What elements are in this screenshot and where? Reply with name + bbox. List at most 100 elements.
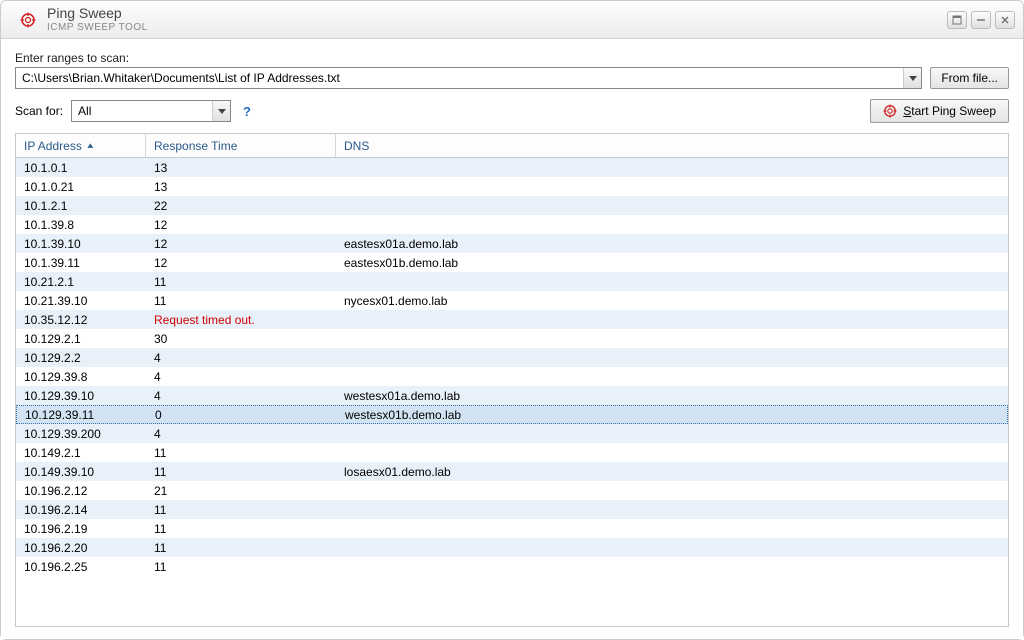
cell-ip: 10.149.39.10	[16, 465, 146, 479]
cell-ip: 10.129.2.2	[16, 351, 146, 365]
table-row[interactable]: 10.1.39.1112eastesx01b.demo.lab	[16, 253, 1008, 272]
cell-ip: 10.1.39.11	[16, 256, 146, 270]
help-icon[interactable]: ?	[239, 104, 255, 119]
from-file-button[interactable]: From file...	[930, 67, 1009, 89]
cell-dns: eastesx01b.demo.lab	[336, 256, 1008, 270]
titlebar: Ping Sweep ICMP SWEEP TOOL	[1, 1, 1023, 39]
ranges-label: Enter ranges to scan:	[15, 51, 1009, 65]
cell-ip: 10.1.0.1	[16, 161, 146, 175]
cell-response-time: 13	[146, 161, 336, 175]
cell-response-time: 11	[146, 541, 336, 555]
column-header-dns[interactable]: DNS	[336, 134, 1008, 157]
table-row[interactable]: 10.129.39.104westesx01a.demo.lab	[16, 386, 1008, 405]
table-row[interactable]: 10.149.39.1011losaesx01.demo.lab	[16, 462, 1008, 481]
cell-dns: eastesx01a.demo.lab	[336, 237, 1008, 251]
cell-response-time: 30	[146, 332, 336, 346]
table-row[interactable]: 10.1.0.113	[16, 158, 1008, 177]
cell-response-time: 11	[146, 522, 336, 536]
cell-response-time: 11	[146, 294, 336, 308]
table-row[interactable]: 10.196.2.1411	[16, 500, 1008, 519]
cell-response-time: 0	[147, 408, 337, 422]
scanfor-label: Scan for:	[15, 104, 63, 118]
cell-dns: losaesx01.demo.lab	[336, 465, 1008, 479]
table-row[interactable]: 10.196.2.1911	[16, 519, 1008, 538]
cell-ip: 10.129.39.10	[16, 389, 146, 403]
cell-ip: 10.21.2.1	[16, 275, 146, 289]
scanfor-value: All	[72, 104, 212, 118]
cell-ip: 10.196.2.25	[16, 560, 146, 574]
cell-ip: 10.129.39.8	[16, 370, 146, 384]
content-area: Enter ranges to scan: From file... Scan …	[1, 39, 1023, 639]
cell-dns: nycesx01.demo.lab	[336, 294, 1008, 308]
cell-response-time: 11	[146, 465, 336, 479]
start-ping-sweep-button[interactable]: Start Ping Sweep	[870, 99, 1009, 123]
table-row[interactable]: 10.1.2.122	[16, 196, 1008, 215]
cell-ip: 10.196.2.14	[16, 503, 146, 517]
cell-response-time: 11	[146, 560, 336, 574]
cell-ip: 10.21.39.10	[16, 294, 146, 308]
scanfor-dropdown-arrow[interactable]	[212, 101, 230, 121]
table-row[interactable]: 10.129.2.24	[16, 348, 1008, 367]
table-header: IP Address Response Time DNS	[16, 134, 1008, 158]
table-row[interactable]: 10.196.2.2011	[16, 538, 1008, 557]
close-button[interactable]	[995, 11, 1015, 29]
scanfor-select[interactable]: All	[71, 100, 231, 122]
table-body[interactable]: 10.1.0.11310.1.0.211310.1.2.12210.1.39.8…	[16, 158, 1008, 626]
dock-button[interactable]	[947, 11, 967, 29]
cell-response-time: 11	[146, 446, 336, 460]
table-row[interactable]: 10.1.0.2113	[16, 177, 1008, 196]
start-button-label: Start Ping Sweep	[903, 104, 996, 118]
cell-dns: westesx01a.demo.lab	[336, 389, 1008, 403]
cell-ip: 10.129.39.200	[16, 427, 146, 441]
column-header-ip[interactable]: IP Address	[16, 134, 146, 157]
cell-response-time: 13	[146, 180, 336, 194]
cell-response-time: 12	[146, 237, 336, 251]
minimize-button[interactable]	[971, 11, 991, 29]
table-row[interactable]: 10.129.39.2004	[16, 424, 1008, 443]
window-subtitle: ICMP SWEEP TOOL	[47, 22, 148, 33]
table-row[interactable]: 10.196.2.2511	[16, 557, 1008, 576]
results-table: IP Address Response Time DNS 10.1.0.1131…	[15, 133, 1009, 627]
table-row[interactable]: 10.196.2.1221	[16, 481, 1008, 500]
cell-response-time: 4	[146, 351, 336, 365]
table-row[interactable]: 10.21.2.111	[16, 272, 1008, 291]
cell-ip: 10.149.2.1	[16, 446, 146, 460]
cell-ip: 10.1.39.10	[16, 237, 146, 251]
cell-ip: 10.129.2.1	[16, 332, 146, 346]
ranges-dropdown-arrow[interactable]	[903, 68, 921, 88]
start-target-icon	[883, 104, 897, 118]
cell-ip: 10.1.39.8	[16, 218, 146, 232]
cell-response-time: 22	[146, 199, 336, 213]
table-row[interactable]: 10.35.12.12Request timed out.	[16, 310, 1008, 329]
table-row[interactable]: 10.149.2.111	[16, 443, 1008, 462]
window-title: Ping Sweep	[47, 6, 148, 21]
ranges-input[interactable]	[16, 71, 903, 85]
table-row[interactable]: 10.1.39.812	[16, 215, 1008, 234]
table-row[interactable]: 10.1.39.1012eastesx01a.demo.lab	[16, 234, 1008, 253]
app-target-icon	[19, 11, 37, 29]
cell-response-time: 4	[146, 370, 336, 384]
cell-ip: 10.196.2.12	[16, 484, 146, 498]
window-controls	[947, 11, 1015, 29]
table-row[interactable]: 10.21.39.1011nycesx01.demo.lab	[16, 291, 1008, 310]
cell-response-time: 11	[146, 275, 336, 289]
cell-ip: 10.1.0.21	[16, 180, 146, 194]
column-header-response-time[interactable]: Response Time	[146, 134, 336, 157]
ranges-combo[interactable]	[15, 67, 922, 89]
table-row[interactable]: 10.129.2.130	[16, 329, 1008, 348]
title-text: Ping Sweep ICMP SWEEP TOOL	[47, 6, 148, 32]
cell-ip: 10.129.39.11	[17, 408, 147, 422]
cell-response-time: Request timed out.	[146, 313, 336, 327]
cell-ip: 10.196.2.19	[16, 522, 146, 536]
cell-ip: 10.196.2.20	[16, 541, 146, 555]
table-row[interactable]: 10.129.39.110westesx01b.demo.lab	[16, 405, 1008, 424]
cell-response-time: 12	[146, 218, 336, 232]
cell-ip: 10.1.2.1	[16, 199, 146, 213]
from-file-label: From file...	[941, 71, 998, 85]
cell-response-time: 12	[146, 256, 336, 270]
cell-response-time: 21	[146, 484, 336, 498]
cell-response-time: 4	[146, 389, 336, 403]
cell-response-time: 11	[146, 503, 336, 517]
table-row[interactable]: 10.129.39.84	[16, 367, 1008, 386]
cell-dns: westesx01b.demo.lab	[337, 408, 1007, 422]
